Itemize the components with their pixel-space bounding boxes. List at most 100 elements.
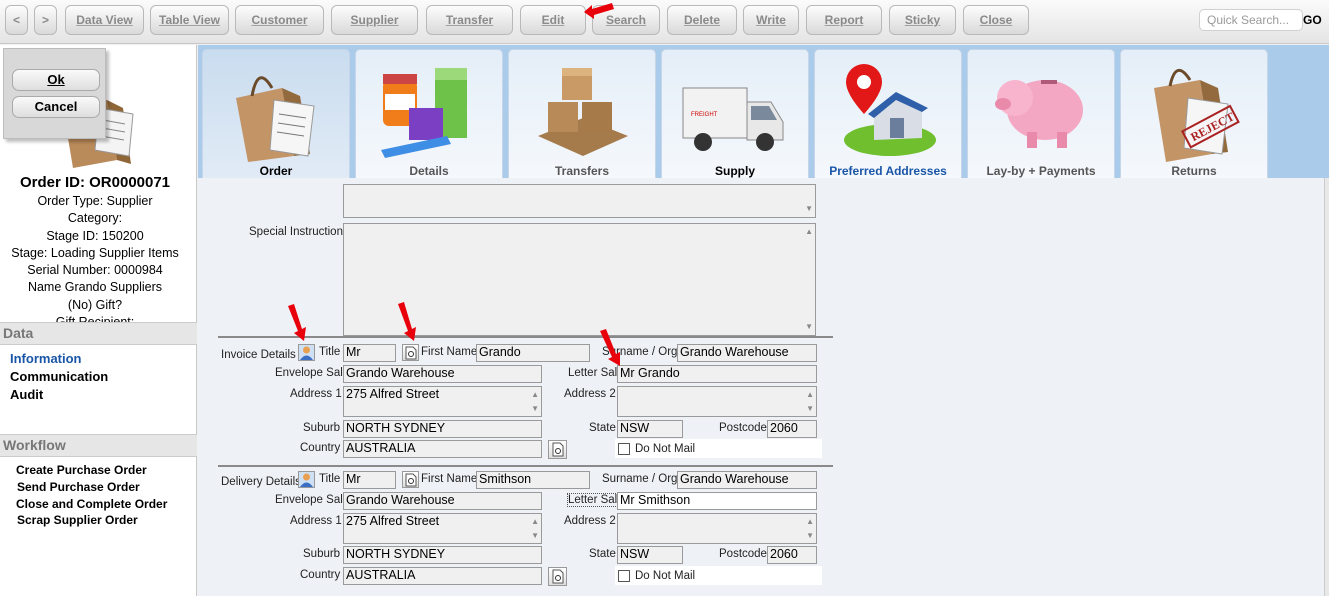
data-view-button[interactable]: Data View <box>65 5 144 35</box>
tab-returns-label: Returns <box>1171 164 1217 178</box>
delivery-state-field[interactable]: NSW <box>617 546 683 564</box>
tab-order[interactable]: Order <box>202 49 350 179</box>
pallet-boxes-icon <box>538 68 628 156</box>
invoice-state-field[interactable]: NSW <box>617 420 683 438</box>
delivery-address1-field[interactable]: 275 Alfred Street ▲ ▼ <box>343 513 542 544</box>
invoice-suburb-field[interactable]: NORTH SYDNEY <box>343 420 542 438</box>
delivery-country-label: Country <box>300 569 341 581</box>
tab-layby-payments[interactable]: Lay-by + Payments <box>967 49 1115 179</box>
sticky-button[interactable]: Sticky <box>889 5 956 35</box>
close-label: Close <box>979 13 1013 27</box>
workflow-send-purchase-order[interactable]: Send Purchase Order <box>17 480 140 494</box>
tab-order-label: Order <box>259 164 293 178</box>
delivery-surname-label: Surname / Org <box>602 473 678 485</box>
document-search-icon <box>405 346 417 360</box>
cancel-button[interactable]: Cancel <box>12 96 100 118</box>
delivery-surname-field[interactable]: Grando Warehouse <box>677 471 817 489</box>
delivery-do-not-mail-checkbox[interactable] <box>618 570 630 582</box>
delivery-envelope-sal-label: Envelope Sal <box>275 494 343 506</box>
reject-bag-icon: REJECT <box>1154 69 1240 162</box>
tab-transfers[interactable]: Transfers <box>508 49 656 179</box>
shopping-bag-icon <box>236 76 315 162</box>
close-button[interactable]: Close <box>963 5 1029 35</box>
invoice-country-label: Country <box>300 442 341 454</box>
delivery-country-lookup-button[interactable] <box>548 567 567 586</box>
ok-cancel-dialog: Ok Cancel <box>3 48 106 139</box>
tab-supply-label: Supply <box>714 164 755 178</box>
nav-audit[interactable]: Audit <box>10 387 43 402</box>
delivery-title-label: Title <box>319 473 341 485</box>
invoice-title-field[interactable]: Mr <box>343 344 396 362</box>
workflow-scrap-supplier-order[interactable]: Scrap Supplier Order <box>17 513 138 527</box>
nav-information[interactable]: Information <box>10 351 82 366</box>
order-id: Order ID: OR0000071 <box>19 174 171 191</box>
right-scrollbar[interactable] <box>1324 178 1329 596</box>
delivery-address2-field[interactable]: ▲ ▼ <box>617 513 817 544</box>
delivery-title-field[interactable]: Mr <box>343 471 396 489</box>
invoice-postcode-field[interactable]: 2060 <box>767 420 817 438</box>
invoice-do-not-mail-checkbox[interactable] <box>618 443 630 455</box>
workflow-section-header: Workflow <box>0 434 197 457</box>
delivery-postcode-field[interactable]: 2060 <box>767 546 817 564</box>
tab-details[interactable]: Details <box>355 49 503 179</box>
left-panel: Ok Cancel Order ID: OR0000071 Order Type… <box>0 45 197 596</box>
write-label: Write <box>756 13 786 27</box>
invoice-address1-field[interactable]: 275 Alfred Street ▲ ▼ <box>343 386 542 417</box>
annotation-arrow-icon <box>600 329 620 366</box>
order-summary: Order ID: OR0000071 Order Type: Supplier… <box>0 173 190 323</box>
invoice-country-field[interactable]: AUSTRALIA <box>343 440 542 458</box>
invoice-postcode-label: Postcode <box>719 422 767 434</box>
delivery-address1-value: 275 Alfred Street <box>346 514 440 528</box>
transfer-button[interactable]: Transfer <box>426 5 513 35</box>
forward-button[interactable]: > <box>34 5 57 35</box>
tab-returns[interactable]: REJECT Returns <box>1120 49 1268 179</box>
workflow-close-complete-order[interactable]: Close and Complete Order <box>16 497 167 511</box>
annotation-arrow-icon <box>288 304 306 341</box>
delivery-letter-sal-field[interactable]: Mr Smithson <box>617 492 817 510</box>
invoice-address1-value: 275 Alfred Street <box>346 387 440 401</box>
tab-supply[interactable]: FREIGHT Supply <box>661 49 809 179</box>
report-button[interactable]: Report <box>806 5 882 35</box>
workflow-create-purchase-order[interactable]: Create Purchase Order <box>16 463 147 477</box>
delivery-separator <box>218 465 833 467</box>
write-button[interactable]: Write <box>743 5 799 35</box>
supplier-button[interactable]: Supplier <box>331 5 418 35</box>
back-button[interactable]: < <box>5 5 28 35</box>
invoice-surname-field[interactable]: Grando Warehouse <box>677 344 817 362</box>
stage: Stage: Loading Supplier Items <box>11 245 179 260</box>
delivery-contact-lookup-button[interactable] <box>298 471 315 488</box>
customer-button[interactable]: Customer <box>235 5 324 35</box>
delete-button[interactable]: Delete <box>667 5 737 35</box>
invoice-title-label: Title <box>319 346 341 358</box>
delete-label: Delete <box>683 13 721 27</box>
invoice-first-name-field[interactable]: Grando <box>476 344 590 362</box>
go-button[interactable]: GO <box>1303 13 1322 27</box>
delivery-address1-label: Address 1 <box>290 515 342 527</box>
delivery-country-field[interactable]: AUSTRALIA <box>343 567 542 585</box>
nav-communication[interactable]: Communication <box>10 369 108 384</box>
edit-button[interactable]: Edit <box>520 5 586 35</box>
document-search-icon <box>552 442 564 457</box>
quick-search-input[interactable]: Quick Search... <box>1199 9 1303 31</box>
invoice-letter-sal-field[interactable]: Mr Grando <box>617 365 817 383</box>
data-section-header: Data <box>0 322 197 345</box>
invoice-envelope-sal-field[interactable]: Grando Warehouse <box>343 365 542 383</box>
invoice-title-lookup-button[interactable] <box>402 344 419 361</box>
invoice-suburb-label: Suburb <box>303 422 341 434</box>
notes-textarea[interactable]: ▼ <box>343 184 816 218</box>
table-view-button[interactable]: Table View <box>150 5 229 35</box>
invoice-contact-lookup-button[interactable] <box>298 344 315 361</box>
invoice-country-lookup-button[interactable] <box>548 440 567 459</box>
delivery-title-lookup-button[interactable] <box>402 471 419 488</box>
delivery-envelope-sal-field[interactable]: Grando Warehouse <box>343 492 542 510</box>
tab-preferred-addresses[interactable]: Preferred Addresses <box>814 49 962 179</box>
delivery-postcode-label: Postcode <box>719 548 767 560</box>
invoice-address2-field[interactable]: ▲ ▼ <box>617 386 817 417</box>
sticky-label: Sticky <box>904 13 941 27</box>
transfer-label: Transfer <box>445 13 494 27</box>
toolbar: < > Data View Table View Customer Suppli… <box>0 0 1329 44</box>
ok-button[interactable]: Ok <box>12 69 100 91</box>
delivery-first-name-field[interactable]: Smithson <box>476 471 590 489</box>
delivery-suburb-field[interactable]: NORTH SYDNEY <box>343 546 542 564</box>
order-category: Category: <box>67 211 123 226</box>
